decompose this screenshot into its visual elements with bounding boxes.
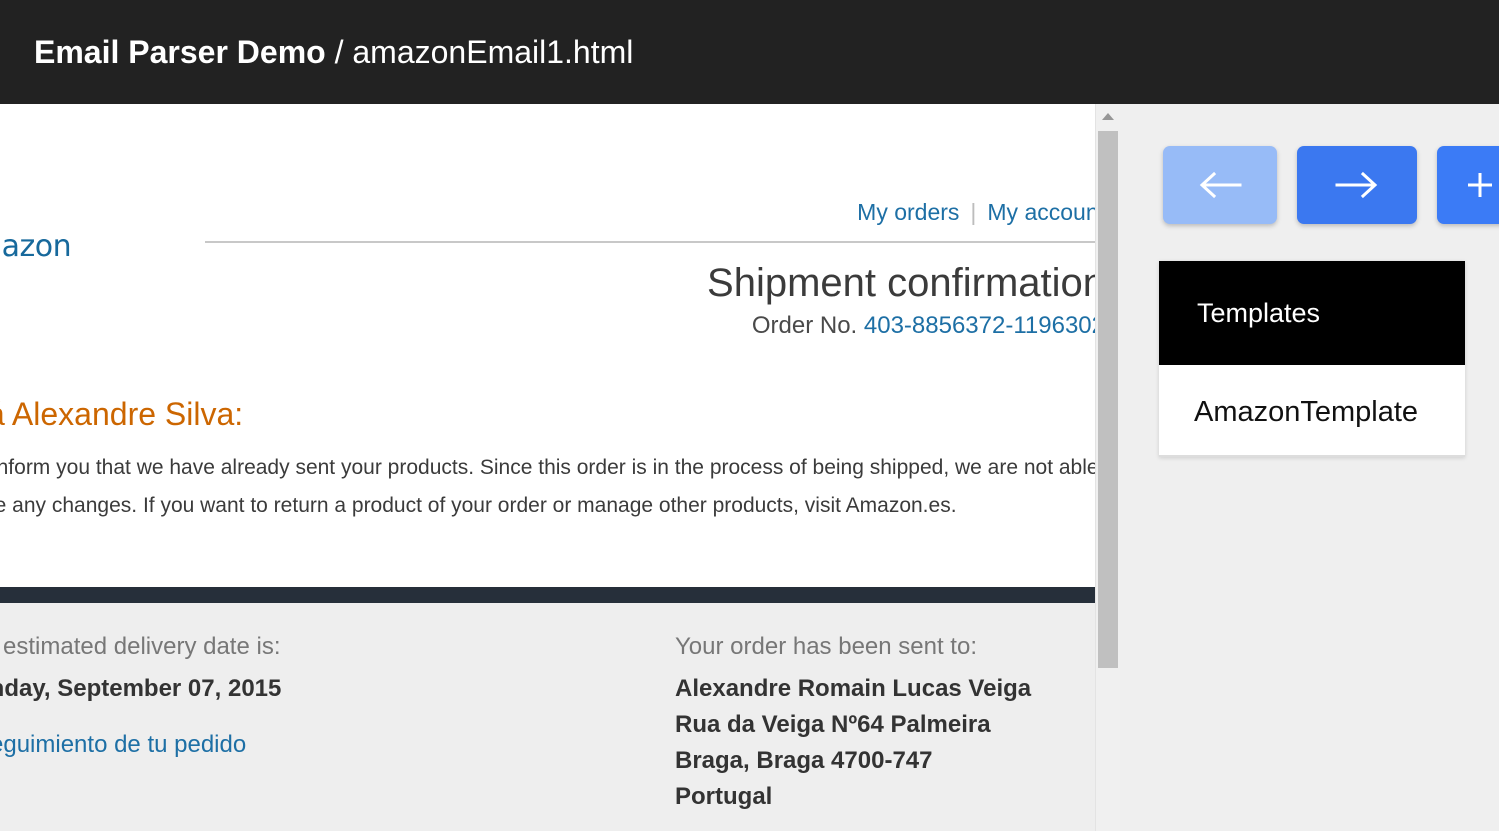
email-heading: Shipment confirmation [707,261,1095,305]
email-body-paragraph: We inform you that we have already sent … [0,456,1095,517]
arrow-right-icon [1335,170,1379,200]
next-button[interactable] [1297,146,1417,224]
triangle-up-icon [1102,113,1114,120]
current-file-name: amazonEmail1.html [352,34,634,70]
arrow-left-icon [1198,170,1242,200]
address-line: Rua da Veiga Nº64 Palmeira [675,711,991,738]
email-top-nav: My orders | My account [205,198,1095,226]
toolbar-button-row: T [1163,146,1499,224]
address-line: Alexandre Romain Lucas Veiga [675,675,1032,702]
delivery-info-column: The estimated delivery date is: Monday, … [0,631,395,761]
email-greeting: Olá Alexandre Silva: [0,396,244,432]
order-number-value[interactable]: 403-8856372-1196302 [864,312,1095,339]
email-document: My orders | My account amazon Shipment con… [0,104,1095,831]
list-item[interactable]: AmazonTemplate [1159,383,1465,457]
add-template-button[interactable]: T [1437,146,1499,224]
previous-button[interactable] [1163,146,1277,224]
delivery-date-label: The estimated delivery date is: [0,633,281,660]
right-side-panel: T Templates AmazonTemplate [1120,104,1499,831]
my-account-link[interactable]: My account [987,199,1095,225]
plus-icon [1465,170,1495,200]
templates-card: Templates AmazonTemplate [1159,261,1465,457]
vertical-scrollbar[interactable] [1095,104,1120,831]
app-header-bar: Email Parser Demo / amazonEmail1.html [0,0,1499,104]
tracking-line: Seguimiento de tu pedido [0,729,395,761]
templates-list: AmazonTemplate [1159,365,1465,457]
order-number-label: Order No. [751,312,864,339]
page-title: Email Parser Demo / amazonEmail1.html [34,34,633,70]
email-preview-viewport[interactable]: My orders | My account amazon Shipment con… [0,104,1095,831]
address-line: Braga, Braga 4700-747 [675,747,933,774]
title-separator: / [325,34,353,70]
nav-divider: | [970,199,977,225]
templates-card-header: Templates [1159,261,1465,365]
header-divider-rule [205,241,1095,243]
email-footer-section: The estimated delivery date is: Monday, … [0,603,1095,831]
scrollbar-thumb[interactable] [1098,131,1118,668]
app-name: Email Parser Demo [34,34,326,70]
email-section-divider [0,587,1095,603]
address-line: Portugal [675,783,773,810]
scroll-up-arrow-icon[interactable] [1096,104,1120,129]
amazon-logo: amazon [0,229,72,264]
shipping-address-column: Your order has been sent to: Alexandre R… [675,631,1095,815]
order-number-line: Order No. 403-8856372-1196302 [205,311,1095,341]
app-root: Email Parser Demo / amazonEmail1.html My… [0,0,1499,831]
my-orders-link[interactable]: My orders [857,199,959,225]
delivery-date-value: Monday, September 07, 2015 [0,675,282,702]
track-order-link[interactable]: Seguimiento de tu pedido [0,729,246,761]
shipped-to-label: Your order has been sent to: [675,633,977,660]
